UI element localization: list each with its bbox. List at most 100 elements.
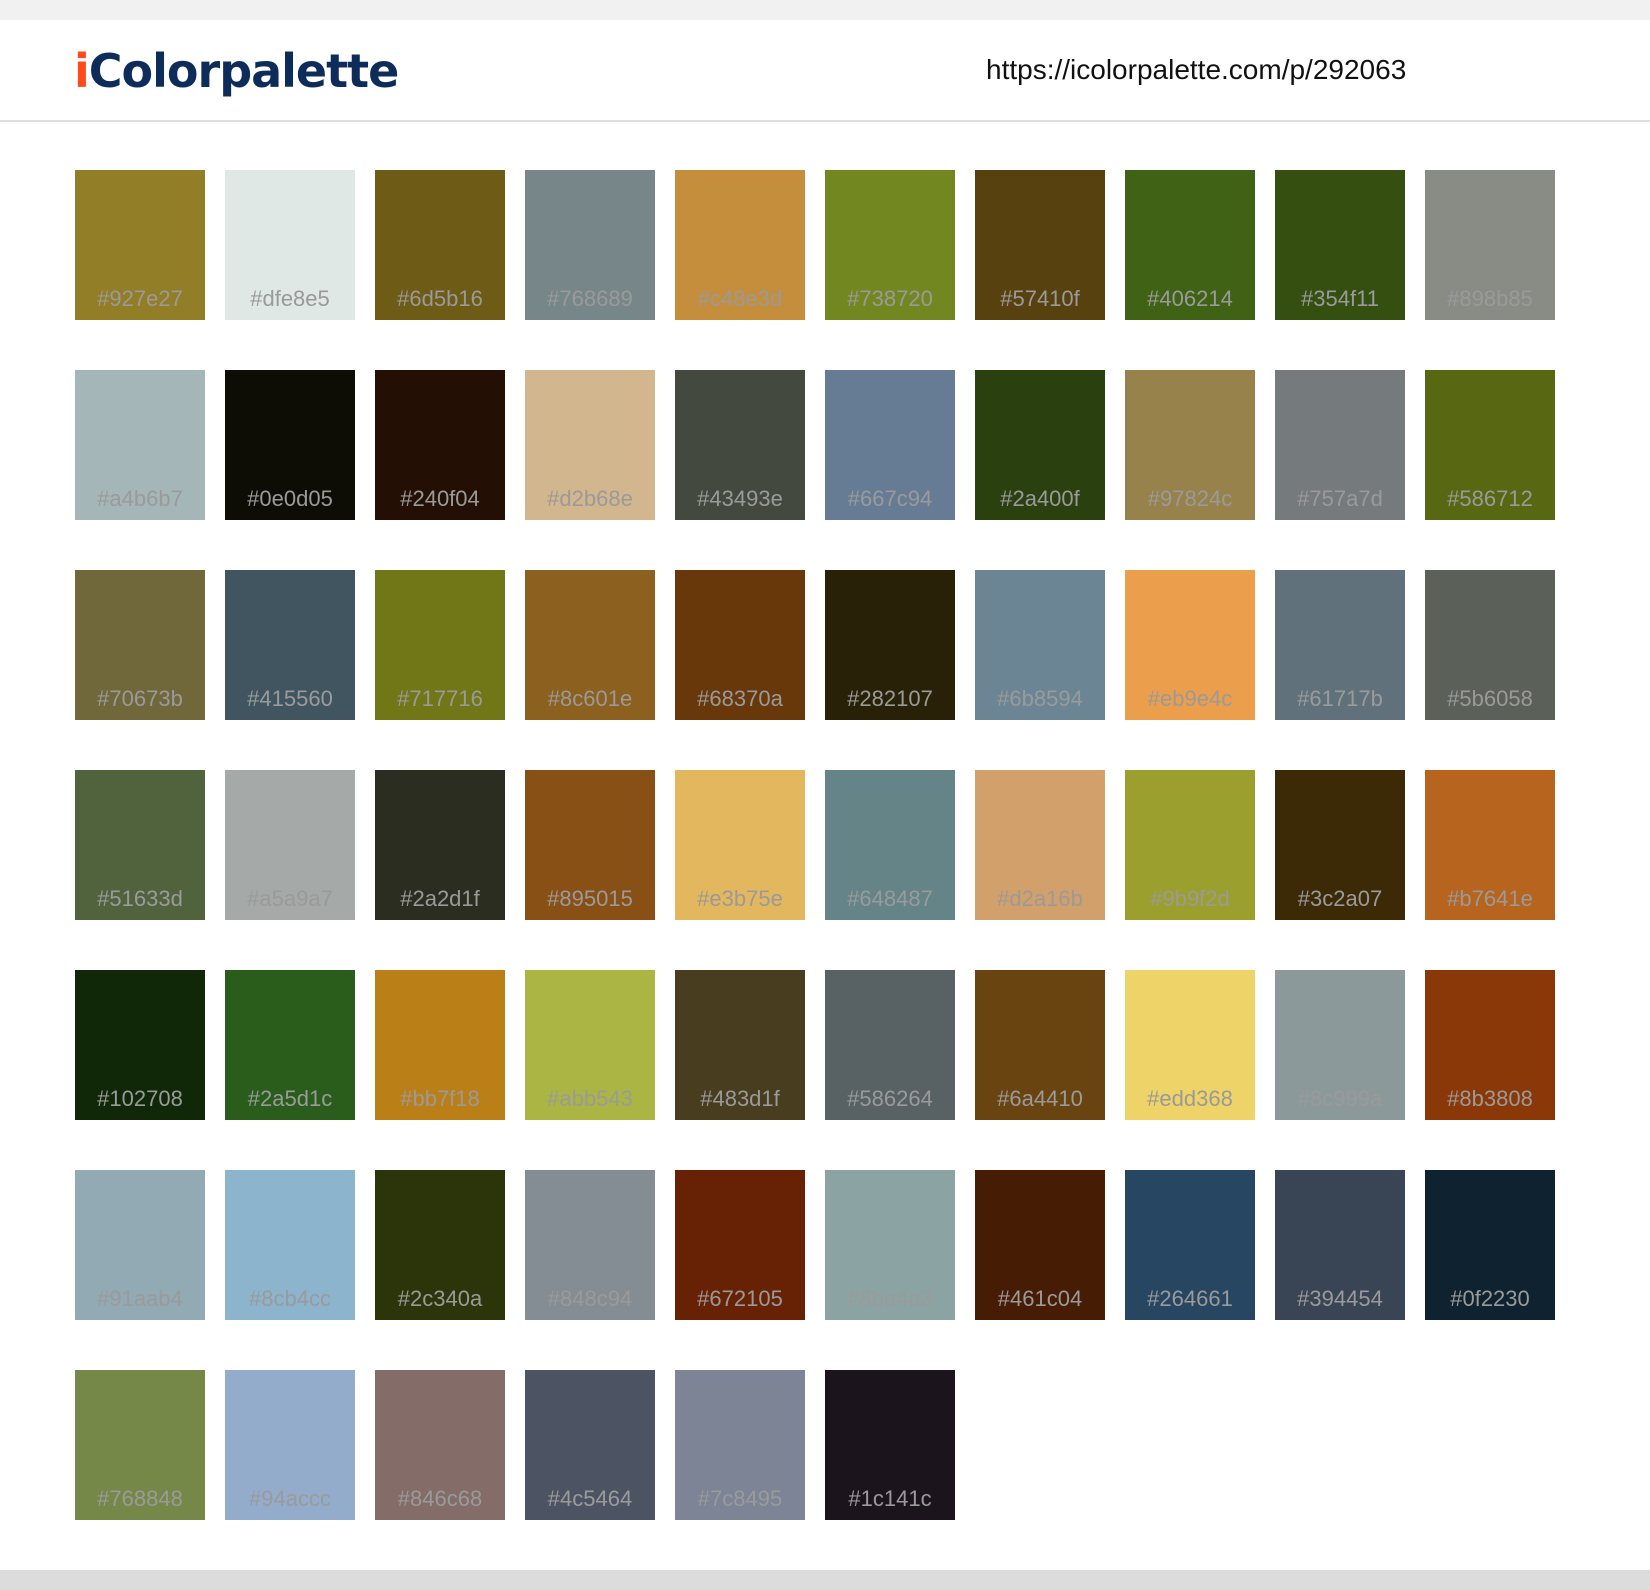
- color-code-label: #43493e: [697, 486, 783, 511]
- palette-url[interactable]: https://icolorpalette.com/p/292063: [986, 54, 1406, 86]
- color-swatch[interactable]: #70673b: [75, 570, 205, 720]
- color-swatch[interactable]: #51633d: [75, 770, 205, 920]
- color-swatch[interactable]: #7c8495: [675, 1370, 805, 1520]
- color-swatch[interactable]: #768848: [75, 1370, 205, 1520]
- color-swatch[interactable]: #3c2a07: [1275, 770, 1405, 920]
- color-swatch[interactable]: #927e27: [75, 170, 205, 320]
- color-swatch[interactable]: #bb7f18: [375, 970, 505, 1120]
- color-swatch[interactable]: #c48e3d: [675, 170, 805, 320]
- color-swatch[interactable]: #61717b: [1275, 570, 1405, 720]
- color-code-label: #e3b75e: [697, 886, 783, 911]
- color-code-label: #415560: [247, 686, 333, 711]
- color-code-label: #927e27: [97, 286, 183, 311]
- color-swatch[interactable]: #406214: [1125, 170, 1255, 320]
- color-swatch[interactable]: #91aab4: [75, 1170, 205, 1320]
- color-swatch[interactable]: #5b6058: [1425, 570, 1555, 720]
- color-swatch[interactable]: #264661: [1125, 1170, 1255, 1320]
- color-swatch[interactable]: #edd368: [1125, 970, 1255, 1120]
- color-swatch[interactable]: #8c999a: [1275, 970, 1405, 1120]
- color-swatch[interactable]: #a4b6b7: [75, 370, 205, 520]
- color-swatch[interactable]: #97824c: [1125, 370, 1255, 520]
- color-swatch[interactable]: #0e0d05: [225, 370, 355, 520]
- color-swatch[interactable]: #717716: [375, 570, 505, 720]
- color-swatch[interactable]: #2a400f: [975, 370, 1105, 520]
- color-swatch[interactable]: #dfe8e5: [225, 170, 355, 320]
- color-swatch[interactable]: #0f2230: [1425, 1170, 1555, 1320]
- color-swatch[interactable]: #4c5464: [525, 1370, 655, 1520]
- color-code-label: #91aab4: [97, 1286, 183, 1311]
- color-swatch[interactable]: #8c601e: [525, 570, 655, 720]
- color-code-label: #3c2a07: [1297, 886, 1383, 911]
- color-swatch[interactable]: #57410f: [975, 170, 1105, 320]
- color-swatch[interactable]: #240f04: [375, 370, 505, 520]
- color-swatch[interactable]: #848c94: [525, 1170, 655, 1320]
- color-code-label: #bb7f18: [400, 1086, 480, 1111]
- color-swatch[interactable]: #738720: [825, 170, 955, 320]
- color-code-label: #768848: [97, 1486, 183, 1511]
- color-swatch[interactable]: #483d1f: [675, 970, 805, 1120]
- color-swatch[interactable]: #8b3808: [1425, 970, 1555, 1120]
- color-code-label: #1c141c: [848, 1486, 932, 1511]
- color-swatch[interactable]: #415560: [225, 570, 355, 720]
- color-swatch[interactable]: #6d5b16: [375, 170, 505, 320]
- color-code-label: #8c601e: [547, 686, 633, 711]
- color-swatch[interactable]: #d2a16b: [975, 770, 1105, 920]
- color-swatch[interactable]: #2a2d1f: [375, 770, 505, 920]
- color-code-label: #394454: [1297, 1286, 1383, 1311]
- color-swatch[interactable]: #abb543: [525, 970, 655, 1120]
- color-code-label: #768689: [547, 286, 633, 311]
- color-swatch[interactable]: #2a5d1c: [225, 970, 355, 1120]
- color-swatch[interactable]: #586264: [825, 970, 955, 1120]
- color-swatch[interactable]: #102708: [75, 970, 205, 1120]
- color-swatch[interactable]: #586712: [1425, 370, 1555, 520]
- site-logo[interactable]: iColorpalette: [74, 44, 399, 98]
- color-code-label: #a4b6b7: [97, 486, 183, 511]
- color-swatch[interactable]: #9b9f2d: [1125, 770, 1255, 920]
- color-swatch[interactable]: #6b8594: [975, 570, 1105, 720]
- color-swatch[interactable]: #846c68: [375, 1370, 505, 1520]
- color-swatch[interactable]: #68370a: [675, 570, 805, 720]
- color-swatch[interactable]: #43493e: [675, 370, 805, 520]
- color-swatch[interactable]: #895015: [525, 770, 655, 920]
- color-code-label: #8cb4cc: [249, 1286, 331, 1311]
- color-swatch[interactable]: #b7641e: [1425, 770, 1555, 920]
- color-code-label: #6a4410: [997, 1086, 1083, 1111]
- color-code-label: #57410f: [1000, 286, 1080, 311]
- color-code-label: #648487: [847, 886, 933, 911]
- color-swatch[interactable]: #a5a9a7: [225, 770, 355, 920]
- color-swatch[interactable]: #282107: [825, 570, 955, 720]
- color-swatch[interactable]: #d2b68e: [525, 370, 655, 520]
- color-code-label: #6d5b16: [397, 286, 483, 311]
- color-code-label: #898b85: [1447, 286, 1533, 311]
- color-swatch[interactable]: #354f11: [1275, 170, 1405, 320]
- color-code-label: #97824c: [1147, 486, 1233, 511]
- color-swatch[interactable]: #8ba4a3: [825, 1170, 955, 1320]
- color-code-label: #461c04: [997, 1286, 1083, 1311]
- color-swatch[interactable]: #394454: [1275, 1170, 1405, 1320]
- color-code-label: #102708: [97, 1086, 183, 1111]
- color-swatch[interactable]: #8cb4cc: [225, 1170, 355, 1320]
- footer-bar: [0, 1570, 1650, 1590]
- color-swatch[interactable]: #94accc: [225, 1370, 355, 1520]
- color-swatch[interactable]: #2c340a: [375, 1170, 505, 1320]
- color-swatch[interactable]: #461c04: [975, 1170, 1105, 1320]
- color-swatch[interactable]: #667c94: [825, 370, 955, 520]
- color-code-label: #672105: [697, 1286, 783, 1311]
- color-swatch[interactable]: #eb9e4c: [1125, 570, 1255, 720]
- color-code-label: #667c94: [847, 486, 933, 511]
- color-code-label: #6b8594: [997, 686, 1083, 711]
- color-swatch[interactable]: #1c141c: [825, 1370, 955, 1520]
- color-swatch[interactable]: #6a4410: [975, 970, 1105, 1120]
- color-swatch[interactable]: #e3b75e: [675, 770, 805, 920]
- color-swatch[interactable]: #898b85: [1425, 170, 1555, 320]
- color-code-label: #406214: [1147, 286, 1233, 311]
- color-swatch[interactable]: #757a7d: [1275, 370, 1405, 520]
- color-swatch[interactable]: #648487: [825, 770, 955, 920]
- color-code-label: #8b3808: [1447, 1086, 1533, 1111]
- color-code-label: #264661: [1147, 1286, 1233, 1311]
- color-swatch[interactable]: #672105: [675, 1170, 805, 1320]
- color-code-label: #895015: [547, 886, 633, 911]
- color-code-label: #0e0d05: [247, 486, 333, 511]
- color-swatch[interactable]: #768689: [525, 170, 655, 320]
- color-code-label: #2c340a: [397, 1286, 483, 1311]
